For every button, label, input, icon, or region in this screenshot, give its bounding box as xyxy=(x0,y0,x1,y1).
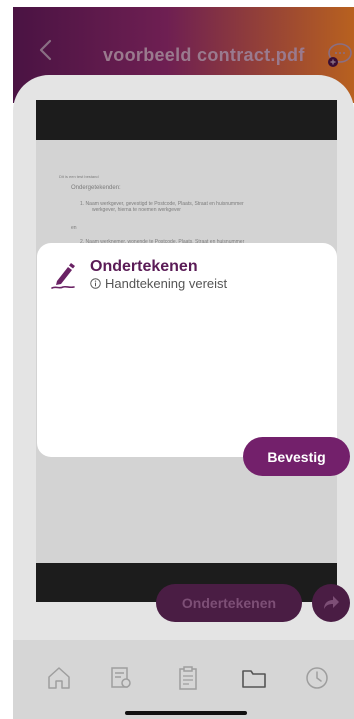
back-button[interactable] xyxy=(35,37,57,63)
share-arrow-icon xyxy=(324,596,339,609)
dialog-subtitle: Handtekening vereist xyxy=(90,276,227,291)
sign-button[interactable]: Ondertekenen xyxy=(156,584,302,622)
chevron-left-icon xyxy=(39,39,52,61)
home-indicator xyxy=(125,711,247,715)
clock-icon xyxy=(306,667,328,689)
info-icon xyxy=(90,278,101,289)
dialog-subtitle-text: Handtekening vereist xyxy=(105,276,228,291)
doc-line: Dit is een test bestand xyxy=(59,174,99,179)
clipboard-icon xyxy=(179,666,197,690)
nav-folders[interactable] xyxy=(240,664,268,692)
bottom-nav xyxy=(13,640,354,719)
pen-sign-icon xyxy=(49,261,77,291)
folder-icon xyxy=(242,670,266,688)
nav-history[interactable] xyxy=(303,664,331,692)
chat-button[interactable] xyxy=(325,41,353,69)
nav-documents[interactable] xyxy=(107,664,135,692)
document-search-icon xyxy=(111,667,131,688)
share-button[interactable] xyxy=(312,584,350,622)
screen: voorbeeld contract.pdf Dit is een test b… xyxy=(0,0,354,719)
nav-tasks[interactable] xyxy=(174,664,202,692)
doc-line: en xyxy=(71,225,77,231)
dialog-title: Ondertekenen xyxy=(90,258,198,275)
nav-home[interactable] xyxy=(45,664,73,692)
page-title: voorbeeld contract.pdf xyxy=(103,45,305,65)
home-icon xyxy=(48,667,70,689)
chat-add-icon xyxy=(328,43,352,67)
confirm-button[interactable]: Bevestig xyxy=(243,437,350,476)
viewer-top-bar xyxy=(36,100,337,140)
sign-dialog: Ondertekenen Handtekening vereist xyxy=(37,243,337,457)
doc-line: werkgever, hierna te noemen werkgever xyxy=(92,207,181,213)
doc-line: Ondergetekenden: xyxy=(71,185,121,191)
